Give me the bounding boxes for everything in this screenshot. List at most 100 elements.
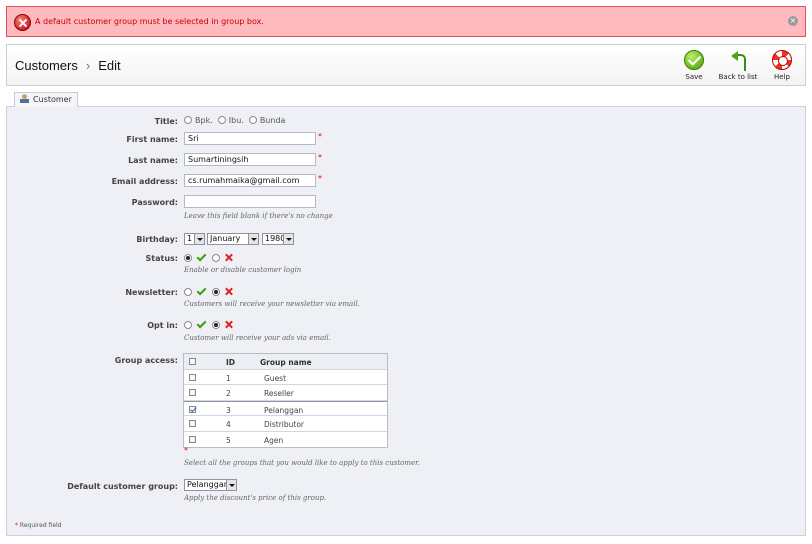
newsletter-label: Newsletter: [125, 288, 178, 297]
table-header: ID Group name [184, 354, 387, 370]
newsletter-disabled-radio[interactable] [212, 288, 220, 296]
group-id: 5 [226, 435, 231, 445]
cross-icon [225, 320, 234, 329]
group-name: Guest [264, 373, 287, 383]
breadcrumb-page: Edit [98, 58, 121, 73]
optin-enabled-radio[interactable] [184, 321, 192, 329]
required-field-note: * Required field [15, 522, 61, 529]
group-checkbox[interactable] [189, 435, 196, 443]
check-icon [197, 288, 206, 295]
table-row[interactable]: 3 Pelanggan [184, 400, 387, 416]
group-id: 4 [226, 420, 231, 429]
email-label: Email address: [111, 177, 178, 186]
group-access-table: ID Group name 1 Guest 2 Reseller 3 Pelan… [183, 353, 388, 448]
status-hint: Enable or disable customer login [184, 266, 302, 274]
column-id-header: ID [226, 358, 236, 367]
group-checkbox[interactable] [189, 373, 196, 381]
cross-icon [225, 287, 234, 296]
check-icon [197, 321, 206, 328]
required-mark: * [318, 132, 322, 141]
chevron-down-icon [226, 480, 236, 490]
error-icon [14, 14, 31, 31]
password-label: Password: [131, 198, 178, 207]
group-name: Agen [264, 435, 284, 445]
newsletter-radio-group [184, 287, 234, 297]
group-access-hint: Select all the groups that you would lik… [184, 459, 420, 467]
close-icon[interactable]: × [788, 16, 798, 26]
group-checkbox[interactable] [189, 405, 196, 413]
error-message: A default customer group must be selecte… [35, 17, 264, 26]
title-radio-ibu[interactable] [217, 116, 226, 124]
title-radio-group: Bpk. Ibu. Bunda [184, 116, 290, 125]
save-label: Save [685, 73, 703, 81]
table-row[interactable]: 1 Guest [184, 370, 387, 385]
back-to-list-button[interactable]: Back to list [715, 50, 761, 81]
group-id: 2 [226, 389, 231, 398]
default-group-hint: Apply the discount's price of this group… [184, 494, 327, 502]
optin-label: Opt in: [147, 321, 178, 330]
required-mark: * [318, 153, 322, 162]
status-label: Status: [145, 254, 178, 263]
chevron-down-icon [194, 234, 204, 244]
required-mark: * [184, 446, 188, 455]
error-alert: A default customer group must be selecte… [6, 6, 806, 37]
birthday-day-value: 1 [187, 234, 193, 243]
help-button[interactable]: Help [759, 50, 805, 81]
password-field[interactable] [184, 195, 316, 208]
save-icon [684, 50, 704, 70]
email-field[interactable]: cs.rumahmaika@gmail.com [184, 174, 316, 187]
chevron-down-icon [283, 234, 293, 244]
select-all-checkbox[interactable] [189, 358, 196, 365]
chevron-down-icon [248, 234, 258, 244]
newsletter-enabled-radio[interactable] [184, 288, 192, 296]
required-star: * [15, 522, 18, 529]
group-name: Distributor [264, 420, 305, 429]
optin-disabled-radio[interactable] [212, 321, 220, 329]
title-radio-bunda[interactable] [248, 116, 257, 124]
optin-radio-group [184, 320, 234, 330]
last-name-field[interactable]: Sumartiningsih [184, 153, 316, 166]
newsletter-hint: Customers will receive your newsletter v… [184, 300, 360, 308]
group-checkbox[interactable] [189, 420, 196, 427]
last-name-label: Last name: [128, 156, 178, 165]
birthday-year-select[interactable]: 1980 [262, 233, 294, 245]
default-group-label: Default customer group: [67, 482, 178, 491]
group-id: 1 [226, 373, 231, 383]
cross-icon [225, 253, 234, 262]
group-name: Pelanggan [264, 405, 304, 415]
back-label: Back to list [718, 73, 758, 81]
user-icon [20, 94, 29, 103]
tab-customer[interactable]: Customer [14, 92, 78, 107]
status-disabled-radio[interactable] [212, 254, 220, 262]
table-row[interactable]: 4 Distributor [184, 416, 387, 432]
table-row[interactable]: 5 Agen [184, 432, 387, 448]
birthday-month-value: January [210, 234, 241, 243]
check-icon [197, 254, 206, 261]
birthday-day-select[interactable]: 1 [184, 233, 205, 245]
column-name-header: Group name [260, 358, 312, 367]
save-button[interactable]: Save [671, 50, 717, 81]
first-name-field[interactable]: Sri [184, 132, 316, 145]
tab-label: Customer [33, 95, 72, 104]
default-group-value: Pelanggan [187, 480, 229, 489]
page-header: Customers › Edit Save Back to list Help [6, 44, 806, 86]
required-text: Required field [19, 522, 62, 529]
status-enabled-radio[interactable] [184, 254, 192, 262]
help-label: Help [774, 73, 790, 81]
breadcrumb: Customers › Edit [15, 58, 121, 73]
required-mark: * [318, 174, 322, 183]
birthday-label: Birthday: [136, 235, 178, 244]
group-checkbox[interactable] [189, 389, 196, 396]
title-radio-bpk[interactable] [184, 116, 192, 124]
group-id: 3 [226, 405, 231, 415]
group-access-label: Group access: [114, 356, 178, 365]
back-arrow-icon [728, 50, 748, 71]
title-option-label: Ibu. [228, 116, 244, 125]
group-name: Reseller [264, 389, 294, 398]
password-hint: Leave this field blank if there's no cha… [184, 212, 333, 220]
status-radio-group [184, 253, 234, 263]
table-row[interactable]: 2 Reseller [184, 385, 387, 401]
birthday-month-select[interactable]: January [207, 233, 259, 245]
default-group-select[interactable]: Pelanggan [184, 479, 237, 491]
breadcrumb-section[interactable]: Customers [15, 58, 78, 73]
